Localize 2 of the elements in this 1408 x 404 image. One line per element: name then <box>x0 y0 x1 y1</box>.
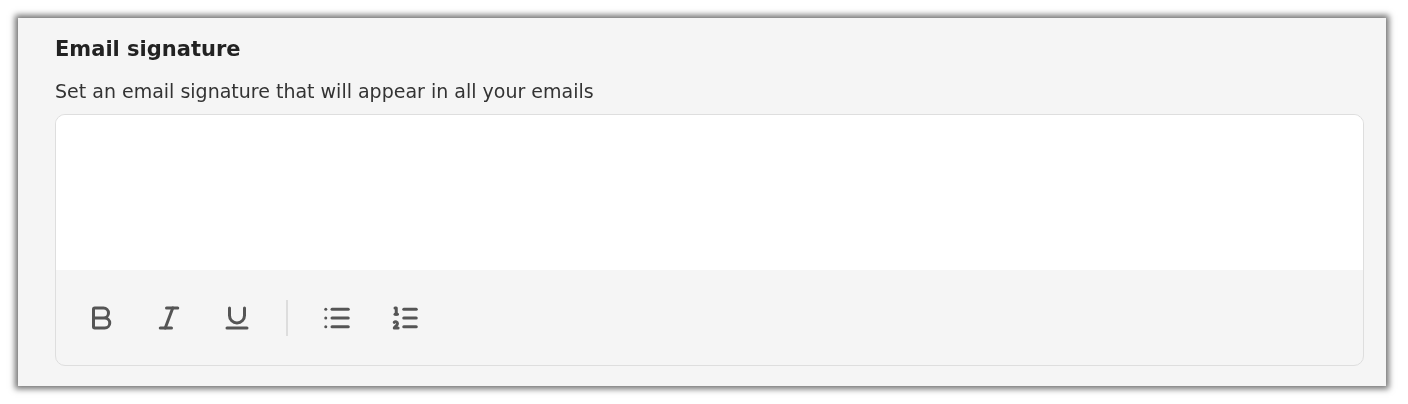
section-description: Set an email signature that will appear in all your emails <box>55 79 595 104</box>
section-title: Email signature <box>55 36 242 63</box>
